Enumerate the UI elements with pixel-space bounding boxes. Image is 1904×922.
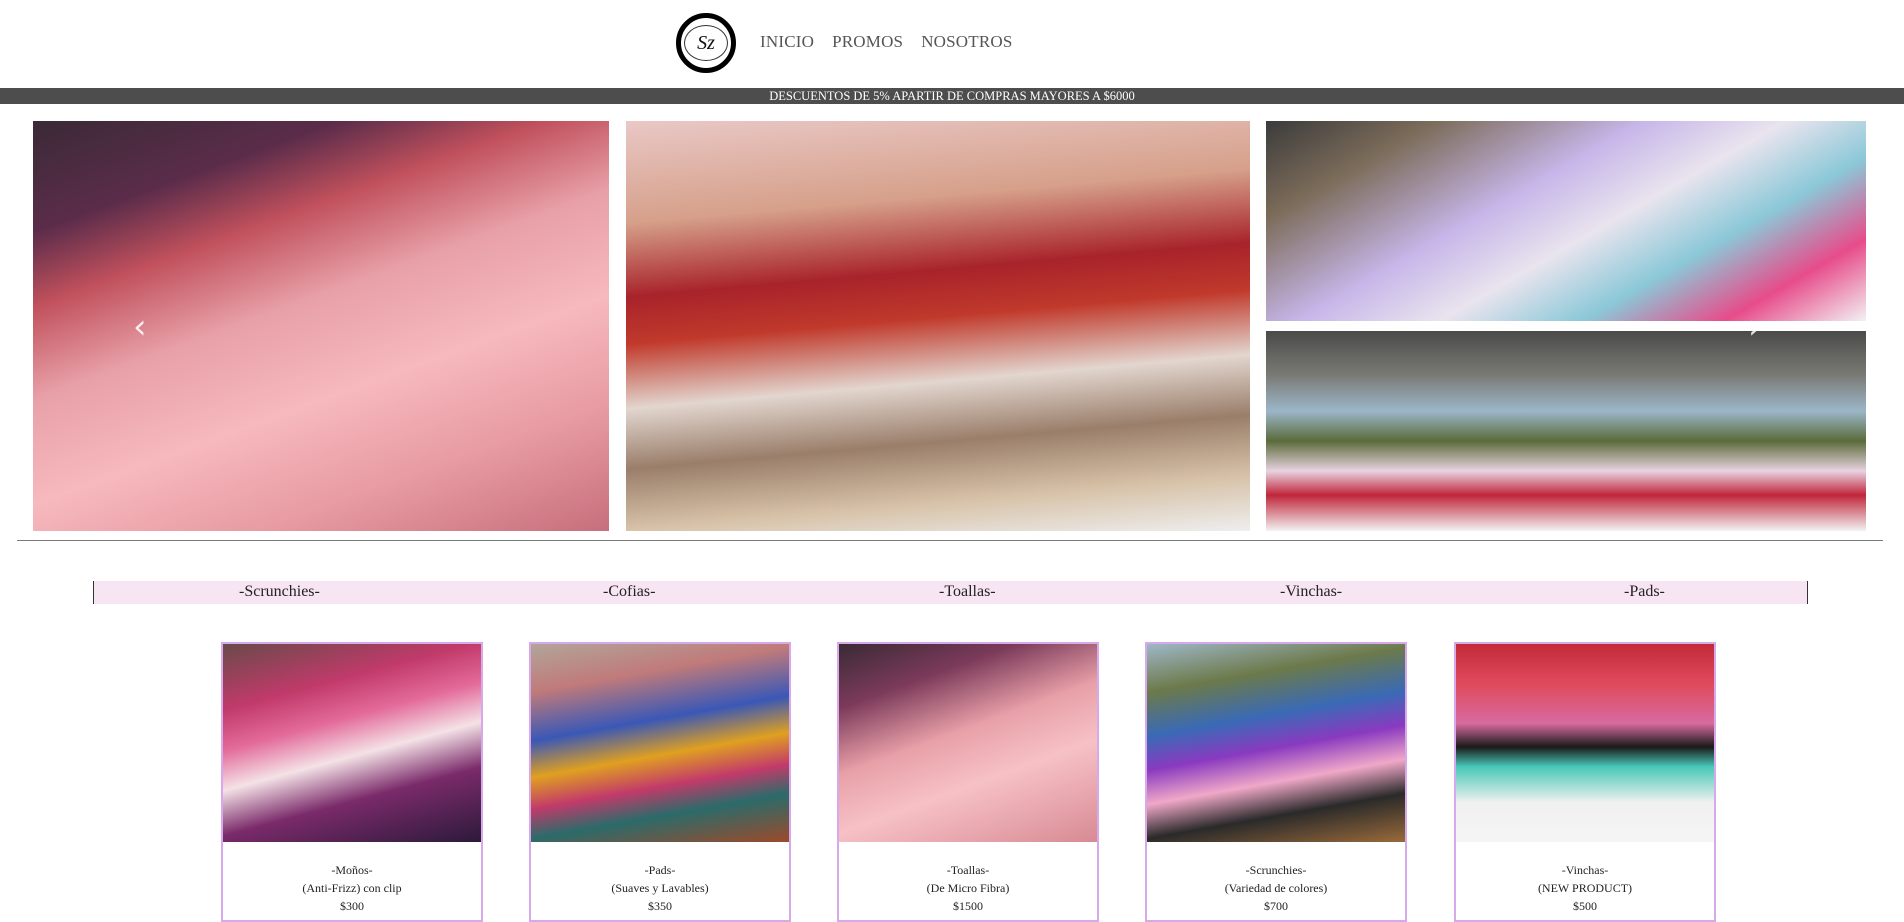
nav-nosotros-link[interactable]: NOSOTROS <box>921 32 1012 52</box>
product-info: -Moños- (Anti-Frizz) con clip $300 <box>223 861 481 915</box>
product-card[interactable]: -Toallas- (De Micro Fibra) $1500 <box>837 642 1099 922</box>
product-name: -Toallas- <box>946 863 990 877</box>
hero-photo-scrunchies-box <box>626 121 1250 531</box>
logo-monogram: Sz <box>684 25 728 61</box>
product-card[interactable]: -Moños- (Anti-Frizz) con clip $300 <box>221 642 483 922</box>
product-card[interactable]: -Pads- (Suaves y Lavables) $350 <box>529 642 791 922</box>
product-detail: (Variedad de colores) <box>1224 881 1328 895</box>
tab-scrunchies[interactable]: -Scrunchies- <box>239 583 320 601</box>
product-card[interactable]: -Vinchas- (NEW PRODUCT) $500 <box>1454 642 1716 922</box>
main-nav: INICIO PROMOS NOSOTROS <box>760 32 1013 52</box>
hero-photo-towels <box>33 121 609 531</box>
brand-logo[interactable]: Sz <box>676 13 736 73</box>
product-image[interactable] <box>1147 644 1405 842</box>
product-price: $350 <box>648 899 672 913</box>
product-name: -Vinchas- <box>1561 863 1609 877</box>
hero-photo-market-stall <box>1266 331 1866 531</box>
product-detail: (NEW PRODUCT) <box>1537 881 1633 895</box>
product-detail: (Anti-Frizz) con clip <box>302 881 402 895</box>
product-price: $500 <box>1573 899 1597 913</box>
product-card[interactable]: -Scrunchies- (Variedad de colores) $700 <box>1145 642 1407 922</box>
nav-promos-link[interactable]: PROMOS <box>832 32 903 52</box>
product-name: -Pads- <box>644 863 676 877</box>
nav-inicio-link[interactable]: INICIO <box>760 32 814 52</box>
product-image[interactable] <box>1456 644 1714 842</box>
product-price: $300 <box>340 899 364 913</box>
hero-carousel: ‹ › <box>33 121 1866 531</box>
site-header: Sz INICIO PROMOS NOSOTROS <box>0 0 1904 88</box>
section-divider <box>17 540 1883 541</box>
product-detail: (De Micro Fibra) <box>926 881 1010 895</box>
tab-pads[interactable]: -Pads- <box>1624 583 1665 601</box>
product-price: $1500 <box>953 899 983 913</box>
tab-cofias[interactable]: -Cofias- <box>603 583 655 601</box>
hero-photo-mannequin-cofia <box>1266 121 1866 321</box>
product-info: -Vinchas- (NEW PRODUCT) $500 <box>1456 861 1714 915</box>
chevron-left-icon[interactable]: ‹ <box>133 307 147 347</box>
chevron-right-icon[interactable]: › <box>1748 307 1762 347</box>
product-info: -Scrunchies- (Variedad de colores) $700 <box>1147 861 1405 915</box>
product-name: -Moños- <box>331 863 373 877</box>
tab-vinchas[interactable]: -Vinchas- <box>1280 583 1342 601</box>
product-image[interactable] <box>531 644 789 842</box>
product-name: -Scrunchies- <box>1245 863 1307 877</box>
product-detail: (Suaves y Lavables) <box>611 881 709 895</box>
tab-toallas[interactable]: -Toallas- <box>939 583 996 601</box>
product-price: $700 <box>1264 899 1288 913</box>
category-tabs: -Scrunchies- -Cofias- -Toallas- -Vinchas… <box>93 581 1808 604</box>
product-image[interactable] <box>839 644 1097 842</box>
promo-banner: DESCUENTOS DE 5% APARTIR DE COMPRAS MAYO… <box>0 88 1904 104</box>
product-info: -Toallas- (De Micro Fibra) $1500 <box>839 861 1097 915</box>
product-info: -Pads- (Suaves y Lavables) $350 <box>531 861 789 915</box>
product-image[interactable] <box>223 644 481 842</box>
